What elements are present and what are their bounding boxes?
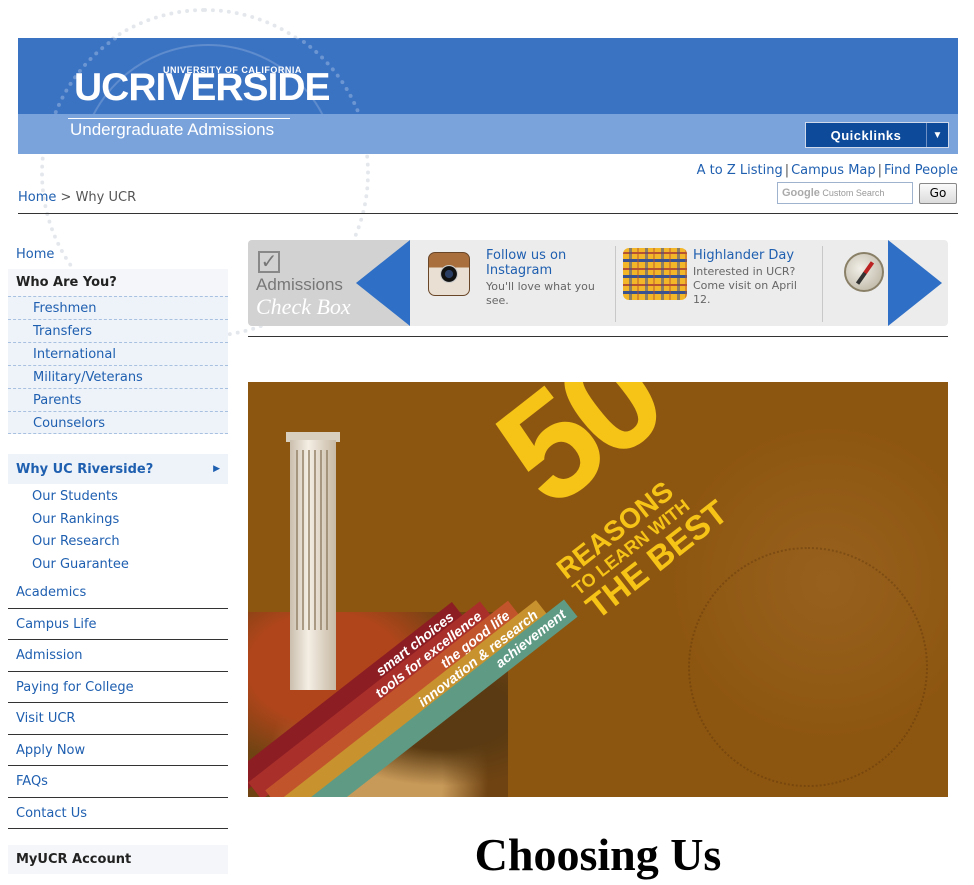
carousel-divider <box>615 246 616 322</box>
search-placeholder: Custom Search <box>822 188 885 198</box>
why-ucr-label: Why UC Riverside? <box>16 461 154 477</box>
carousel-divider-line <box>248 336 948 337</box>
breadcrumb-home[interactable]: Home <box>18 190 56 205</box>
plaid-icon[interactable] <box>623 248 687 300</box>
chevron-down-icon: ▼ <box>926 123 948 147</box>
check-box-line1: Admissions <box>256 275 343 294</box>
why-list: Our Students Our Rankings Our Research O… <box>8 484 228 577</box>
main-list: Academics Campus Life Admission Paying f… <box>8 577 228 829</box>
feature-carousel: ✓ Admissions Check Box Follow us on Inst… <box>248 240 948 326</box>
quicklinks-label: Quicklinks <box>830 127 902 143</box>
page-title: Choosing Us <box>474 829 722 880</box>
sidebar-item-transfers[interactable]: Transfers <box>8 319 228 342</box>
sidebar-item-freshmen[interactable]: Freshmen <box>8 296 228 319</box>
highlander-day-desc: Interested in UCR? Come visit on April 1… <box>693 265 797 306</box>
sidebar-item-our-students[interactable]: Our Students <box>8 487 228 510</box>
quicklinks-dropdown[interactable]: Quicklinks ▼ <box>805 122 949 148</box>
sidebar-item-campus-life[interactable]: Campus Life <box>8 609 228 640</box>
carousel-next-arrow-icon[interactable] <box>888 240 942 326</box>
sidebar-item-contact-us[interactable]: Contact Us <box>8 798 228 829</box>
sidebar-item-visit-ucr[interactable]: Visit UCR <box>8 703 228 735</box>
highlander-day-title: Highlander Day <box>693 248 795 263</box>
flower-pattern <box>688 547 928 787</box>
sidebar-item-our-research[interactable]: Our Research <box>8 532 228 555</box>
site-subtitle: Undergraduate Admissions <box>70 120 275 139</box>
google-logo: Google <box>782 187 820 199</box>
sidebar-item-faqs[interactable]: FAQs <box>8 766 228 798</box>
header-divider <box>18 213 958 214</box>
carousel-slot-highlander-day[interactable]: Highlander Day Interested in UCR? Come v… <box>693 248 813 326</box>
bell-tower-image <box>290 440 336 690</box>
sidebar-item-home[interactable]: Home <box>8 240 228 269</box>
campus-map-link[interactable]: Campus Map <box>791 163 876 178</box>
instagram-icon[interactable] <box>428 252 470 296</box>
utility-links: A to Z Listing | Campus Map | Find People <box>697 163 958 178</box>
carousel-prev-arrow-icon[interactable] <box>356 240 410 326</box>
logo-underline <box>68 118 290 119</box>
sidebar-item-paying-for-college[interactable]: Paying for College <box>8 672 228 703</box>
sidebar-heading-account: MyUCR Account <box>8 845 228 874</box>
find-people-link[interactable]: Find People <box>884 163 958 178</box>
sidebar-item-admission[interactable]: Admission <box>8 640 228 672</box>
sidebar-heading-who: Who Are You? <box>8 269 228 296</box>
carousel-divider <box>822 246 823 322</box>
ucr-logo[interactable]: UCRIVERSIDE <box>74 67 331 109</box>
sidebar-item-international[interactable]: International <box>8 342 228 365</box>
sidebar-item-military[interactable]: Military/Veterans <box>8 365 228 388</box>
breadcrumb-current: Why UCR <box>75 190 137 205</box>
sidebar-item-parents[interactable]: Parents <box>8 388 228 411</box>
instagram-desc: You'll love what you see. <box>486 280 595 307</box>
breadcrumb: Home > Why UCR <box>18 190 136 205</box>
carousel-slot-instagram[interactable]: Follow us on Instagram You'll love what … <box>486 248 606 326</box>
check-box-line2: Check Box <box>256 294 351 319</box>
sidebar-item-why-ucr[interactable]: Why UC Riverside? ▶ <box>8 454 228 484</box>
sidebar-item-apply-now[interactable]: Apply Now <box>8 735 228 766</box>
separator: | <box>877 163 883 178</box>
compass-icon[interactable] <box>844 252 884 292</box>
breadcrumb-separator: > <box>60 190 72 205</box>
who-list: Freshmen Transfers International Militar… <box>8 296 228 434</box>
instagram-title: Follow us on Instagram <box>486 248 567 278</box>
separator: | <box>784 163 790 178</box>
header-banner: UNIVERSITY OF CALIFORNIA UCRIVERSIDE Und… <box>18 38 958 154</box>
sidebar-item-our-guarantee[interactable]: Our Guarantee <box>8 555 228 578</box>
chevron-right-icon: ▶ <box>213 464 220 474</box>
search-go-button[interactable]: Go <box>919 183 957 204</box>
checkmark-icon: ✓ <box>258 251 280 273</box>
sidebar-item-our-rankings[interactable]: Our Rankings <box>8 510 228 533</box>
a-to-z-link[interactable]: A to Z Listing <box>697 163 783 178</box>
search-input[interactable]: Google Custom Search <box>777 182 913 204</box>
sidebar-item-academics[interactable]: Academics <box>8 577 228 609</box>
fifty-reasons-hero-banner[interactable]: smart choices tools for excellence the goo… <box>248 382 948 797</box>
sidebar-item-counselors[interactable]: Counselors <box>8 411 228 434</box>
sidebar-nav: Home Who Are You? Freshmen Transfers Int… <box>8 240 228 874</box>
